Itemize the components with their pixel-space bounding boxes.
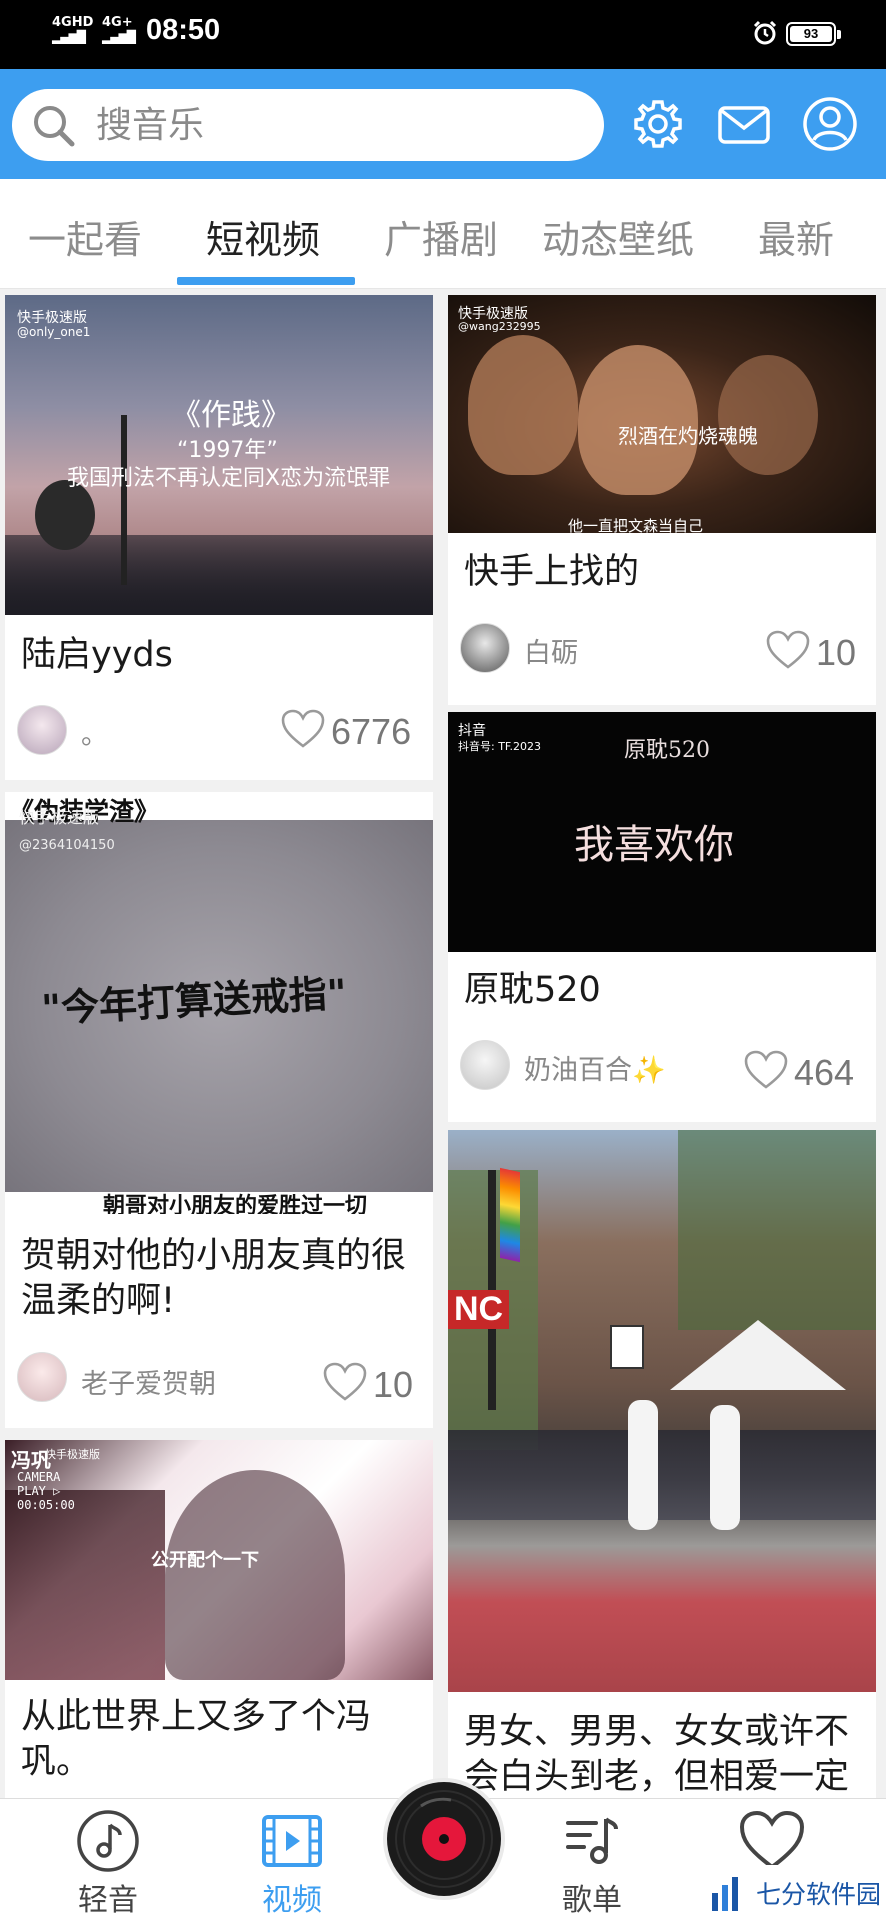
search-icon: [34, 106, 75, 147]
header-bar: [0, 69, 886, 179]
tab-latest[interactable]: 最新: [758, 209, 834, 264]
heart-icon[interactable]: [323, 1362, 367, 1402]
signal-1-icon: 4GHD ▂▄▆█: [52, 15, 94, 45]
nav-light-music[interactable]: 轻音: [48, 1809, 168, 1919]
video-title[interactable]: 从此世界上又多了个冯巩。: [21, 1695, 419, 1785]
video-thumbnail[interactable]: 冯巩 快手极速版 CAMERA PLAY ▷ 00:05:00 公开配个一下: [5, 1440, 433, 1680]
video-thumbnail[interactable]: 快手极速版 @only_one1 《作践》 “1997年” 我国刑法不再认定同X…: [5, 295, 433, 615]
thumbnail-caption: 我喜欢你: [574, 822, 734, 868]
like-count: 10: [373, 1364, 414, 1405]
thumbnail-timecode: 00:05:00: [17, 1498, 75, 1512]
video-card[interactable]: 快手极速版 @wang232995 烈酒在灼烧魂魄 他一直把文森当自己 快手上找…: [448, 295, 876, 705]
status-bar: 4GHD ▂▄▆█ 4G+ ▂▄▆█ 08:50 93: [0, 0, 886, 69]
mail-icon[interactable]: [716, 96, 772, 152]
username[interactable]: 。: [81, 713, 108, 752]
thumbnail-title: 《作践》: [171, 398, 291, 433]
video-thumbnail[interactable]: 《伪装学渣》 快手极速版 @2364104150 "今年打算送戒指" 朝哥对小朋…: [5, 792, 433, 1214]
video-card[interactable]: 抖音 抖音号: TF.2023 原耽520 我喜欢你 原耽520 奶油百合✨ 4…: [448, 712, 876, 1122]
like-count: 464: [794, 1052, 855, 1093]
clock: 08:50: [146, 14, 221, 46]
battery-icon: 93: [786, 22, 841, 46]
thumbnail-author-id: @wang232995: [458, 320, 541, 333]
network-type-1: 4GHD: [52, 15, 94, 30]
video-title[interactable]: 贺朝对他的小朋友真的很温柔的啊!: [21, 1234, 419, 1324]
video-card[interactable]: 冯巩 快手极速版 CAMERA PLAY ▷ 00:05:00 公开配个一下 从…: [5, 1440, 433, 1800]
thumbnail-caption-2: 他一直把文森当自己: [568, 517, 704, 533]
thumbnail-subtitle: 朝哥对小朋友的爱胜过一切: [103, 1194, 368, 1214]
video-card[interactable]: 快手极速版 @only_one1 《作践》 “1997年” 我国刑法不再认定同X…: [5, 295, 433, 780]
nav-video[interactable]: 视频: [232, 1809, 352, 1919]
thumbnail-sign-text: NC: [448, 1290, 510, 1329]
username[interactable]: 老子爱贺朝: [81, 1362, 216, 1401]
like-count: 6776: [331, 711, 412, 752]
avatar[interactable]: [460, 1040, 510, 1090]
tab-live-wallpaper[interactable]: 动态壁纸: [542, 209, 694, 264]
thumbnail-camera-label: CAMERA: [17, 1470, 61, 1484]
heart-icon: [739, 1810, 805, 1870]
signal-2-icon: 4G+ ▂▄▆█: [102, 15, 136, 45]
video-title[interactable]: 陆启yyds: [21, 633, 419, 678]
video-icon: [262, 1815, 322, 1867]
thumbnail-author-id: @2364104150: [19, 838, 115, 853]
nav-label: 视频: [262, 1883, 322, 1918]
nav-label: 轻音: [78, 1883, 138, 1918]
nav-playlist[interactable]: 歌单: [532, 1809, 652, 1919]
search-bar[interactable]: [12, 89, 604, 161]
video-card[interactable]: NC 男女、男男、女女或许不会白头到老，但相爱一定: [448, 1130, 876, 1800]
music-note-icon: [77, 1810, 139, 1872]
thumbnail-watermark: 快手极速版: [19, 808, 100, 827]
thumbnail-caption: 公开配个一下: [151, 1550, 259, 1571]
battery-level: 93: [790, 26, 832, 42]
tab-radio-drama[interactable]: 广播剧: [384, 209, 498, 264]
thumbnail-caption: 我国刑法不再认定同X恋为流氓罪: [67, 466, 391, 491]
network-type-2: 4G+: [102, 15, 133, 30]
playlist-icon: [566, 1817, 618, 1864]
thumbnail-watermark: 快手极速版: [17, 310, 87, 326]
avatar[interactable]: [17, 1352, 67, 1402]
username[interactable]: 奶油百合✨: [524, 1048, 666, 1087]
user-icon[interactable]: [802, 96, 858, 152]
avatar[interactable]: [17, 705, 67, 755]
nav-label: 歌单: [562, 1883, 622, 1918]
active-tab-indicator: [177, 277, 355, 285]
video-title[interactable]: 男女、男男、女女或许不会白头到老，但相爱一定: [464, 1710, 862, 1800]
thumbnail-author-id: 抖音号: TF.2023: [458, 740, 541, 753]
heart-icon[interactable]: [766, 630, 810, 670]
watermark-text: 七分软件园: [756, 1880, 882, 1909]
video-thumbnail[interactable]: 抖音 抖音号: TF.2023 原耽520 我喜欢你: [448, 712, 876, 952]
gear-icon[interactable]: [630, 96, 686, 152]
tab-together[interactable]: 一起看: [28, 209, 142, 264]
avatar[interactable]: [460, 623, 510, 673]
tab-short-video[interactable]: 短视频: [206, 209, 320, 264]
video-title[interactable]: 原耽520: [464, 968, 862, 1013]
thumbnail-author-id: @only_one1: [17, 325, 91, 339]
watermark-logo-icon: [712, 1877, 738, 1911]
video-card[interactable]: 《伪装学渣》 快手极速版 @2364104150 "今年打算送戒指" 朝哥对小朋…: [5, 792, 433, 1428]
alarm-icon: [753, 20, 777, 45]
category-tabs: 一起看 短视频 广播剧 动态壁纸 最新: [0, 179, 886, 289]
video-title[interactable]: 快手上找的: [464, 550, 862, 595]
thumbnail-watermark: 快手极速版: [45, 1448, 100, 1461]
app-root: 4GHD ▂▄▆█ 4G+ ▂▄▆█ 08:50 93 搜音乐 一起看 短视频 …: [0, 0, 886, 1920]
thumbnail-watermark: 抖音: [458, 723, 486, 739]
username[interactable]: 白砺: [524, 631, 578, 670]
like-count: 10: [816, 632, 857, 673]
thumbnail-caption: 烈酒在灼烧魂魄: [618, 424, 758, 448]
heart-icon[interactable]: [281, 709, 325, 749]
thumbnail-title: 原耽520: [624, 738, 710, 763]
search-input[interactable]: [96, 97, 576, 153]
thumbnail-play-label: PLAY ▷: [17, 1484, 61, 1498]
site-watermark: 七分软件园: [690, 1865, 886, 1920]
heart-icon[interactable]: [744, 1050, 788, 1090]
video-thumbnail[interactable]: 快手极速版 @wang232995 烈酒在灼烧魂魄 他一直把文森当自己: [448, 295, 876, 533]
vinyl-disc-icon[interactable]: [381, 1776, 507, 1902]
video-thumbnail[interactable]: NC: [448, 1130, 876, 1692]
